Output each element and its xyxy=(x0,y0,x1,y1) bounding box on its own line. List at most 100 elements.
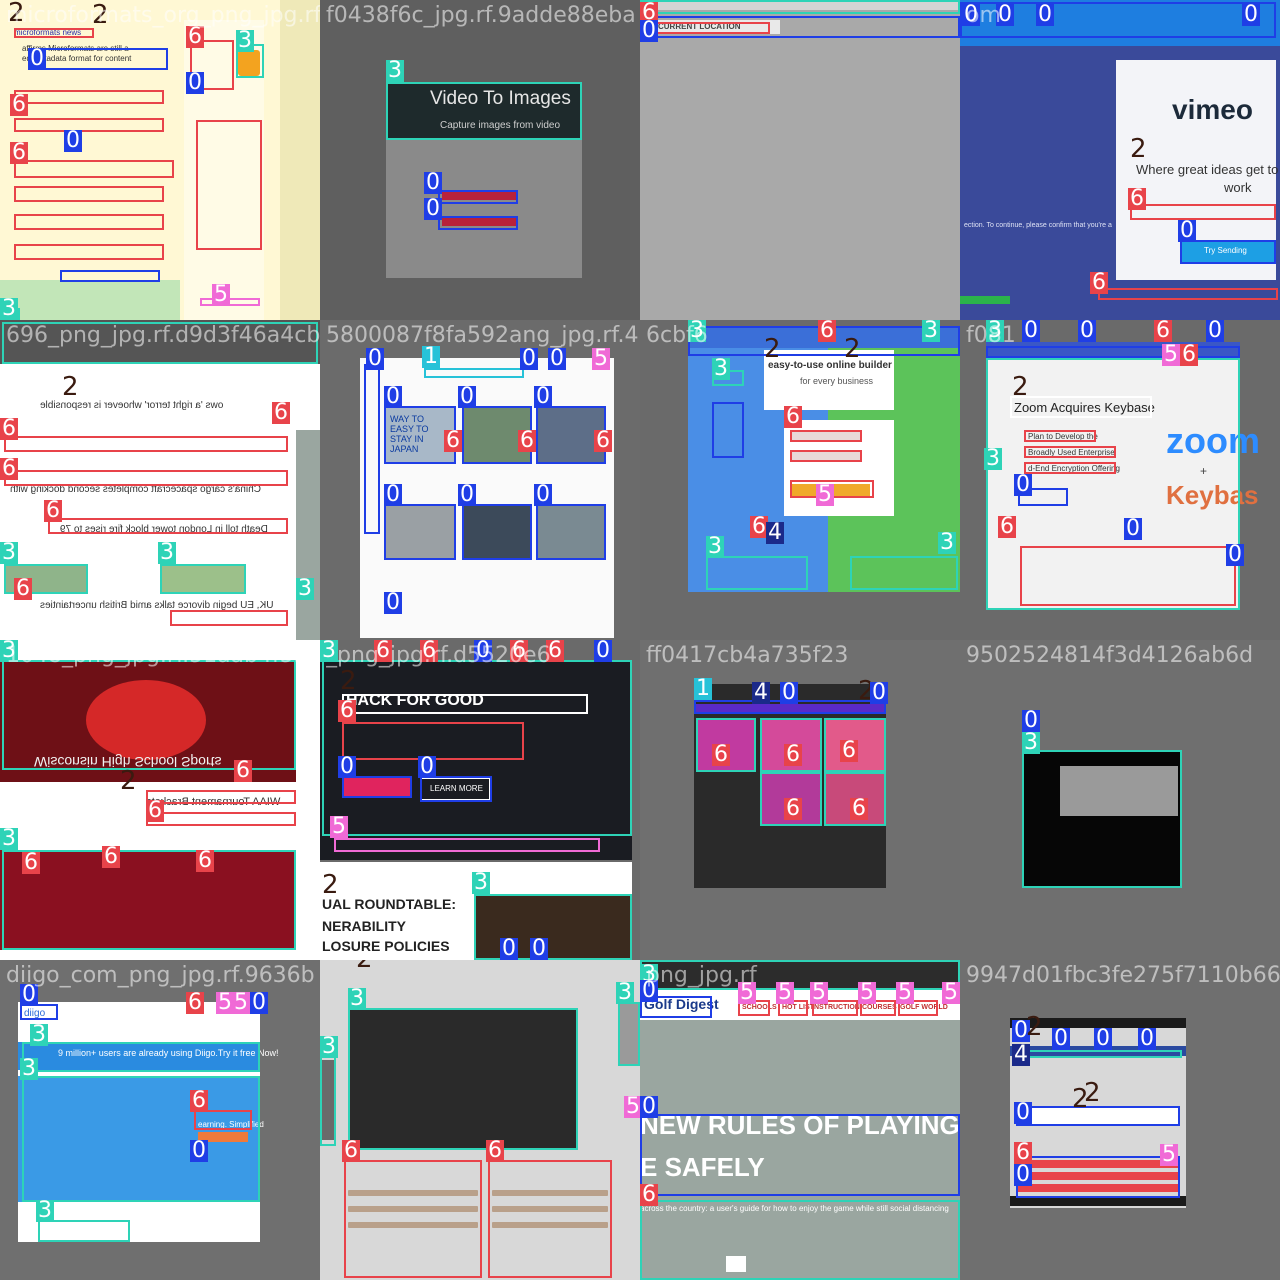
article-image-4[interactable] xyxy=(464,506,530,558)
tile-canvas: HACK FOR GOOD LEARN MORE UAL ROUNDTABLE:… xyxy=(320,640,640,960)
speaker-photo[interactable] xyxy=(474,894,632,960)
label-3: 3 xyxy=(938,530,956,555)
tile-canvas: ows 'a right terror' whoever is responsi… xyxy=(0,320,320,640)
start-button[interactable] xyxy=(442,190,516,200)
mosaic-grid: microformats news affirms Microformats a… xyxy=(0,0,1280,1280)
band-photo[interactable] xyxy=(350,1010,576,1148)
try-sending-label: Try Sending xyxy=(1204,246,1247,255)
column-text-2 xyxy=(348,1206,478,1212)
label-6: 6 xyxy=(1180,342,1198,367)
label-2: 2 xyxy=(92,0,109,30)
road-image[interactable] xyxy=(1060,766,1178,816)
label-6: 6 xyxy=(444,428,462,453)
label-2: 2 xyxy=(764,334,781,364)
label-3: 3 xyxy=(386,58,404,83)
nav-schools[interactable]: SCHOOLS xyxy=(742,1004,777,1011)
label-3: 3 xyxy=(158,540,176,565)
list-row-1[interactable] xyxy=(1018,1160,1178,1168)
tile-golf-digest: Golf Digest SCHOOLS HOT LIST INSTRUCTION… xyxy=(640,960,960,1280)
label-0: 0 xyxy=(1206,320,1224,343)
label-0: 0 xyxy=(384,482,402,507)
label-0: 0 xyxy=(1078,320,1096,343)
label-6: 6 xyxy=(640,1182,658,1207)
label-3: 3 xyxy=(0,540,18,565)
label-0: 0 xyxy=(458,482,476,507)
settings-button[interactable] xyxy=(442,216,516,226)
label-5: 5 xyxy=(1160,1142,1178,1167)
label-0: 0 xyxy=(384,590,402,615)
label-3: 3 xyxy=(348,986,366,1011)
label-2: 2 xyxy=(62,372,79,402)
feature-caption: WAY TO EASY TO STAY IN JAPAN xyxy=(390,414,429,454)
nav-golf-world[interactable]: GOLF WORLD xyxy=(900,1004,948,1011)
label-0: 0 xyxy=(190,1138,208,1163)
brackets-link[interactable]: WIAA Tournament Brackets xyxy=(146,796,280,808)
tile-video-to-images: Video To Images Capture images from vide… xyxy=(320,0,640,320)
label-0: 0 xyxy=(20,982,38,1007)
column-text-6 xyxy=(492,1222,608,1228)
label-0: 0 xyxy=(1022,708,1040,733)
input-field[interactable] xyxy=(1018,1108,1178,1124)
label-0: 0 xyxy=(870,680,888,705)
label-1: 1 xyxy=(422,344,440,369)
label-6: 6 xyxy=(44,498,62,523)
tile-current-location: CURRENT LOCATION 6 0 xyxy=(640,0,960,320)
tile-road-photo: 9502524814f3d4126ab6d 0 3 xyxy=(960,640,1280,960)
label-6: 6 xyxy=(1014,1140,1032,1165)
label-0: 0 xyxy=(1094,1026,1112,1051)
label-5: 5 xyxy=(232,990,250,1015)
label-4: 4 xyxy=(1012,1042,1030,1067)
cta-button[interactable] xyxy=(342,778,410,798)
nav-instruction[interactable]: INSTRUCTION xyxy=(812,1004,860,1011)
form-field-2[interactable] xyxy=(790,452,860,462)
hero-photo xyxy=(320,660,632,860)
article-image-3[interactable] xyxy=(386,506,456,558)
list-row-2[interactable] xyxy=(1018,1172,1178,1180)
tile-hack-for-good: HACK FOR GOOD LEARN MORE UAL ROUNDTABLE:… xyxy=(320,640,640,960)
footer-strip xyxy=(0,280,180,320)
column-text-5 xyxy=(492,1206,608,1212)
play-icon[interactable] xyxy=(726,1256,746,1272)
nav-hot-list[interactable]: HOT LIST xyxy=(782,1004,814,1011)
right-image xyxy=(618,1004,640,1064)
wiaa-logo xyxy=(86,680,206,760)
label-0: 0 xyxy=(28,46,46,71)
list-row-3[interactable] xyxy=(1018,1184,1178,1192)
progress-strip xyxy=(960,296,1010,304)
label-3: 3 xyxy=(320,640,338,663)
label-3: 3 xyxy=(36,1198,54,1223)
label-6: 6 xyxy=(784,742,802,767)
tile-vimeo: vimeo Where great ideas get to work Try … xyxy=(960,0,1280,320)
zoom-logo: zoom xyxy=(1166,420,1260,461)
label-6: 6 xyxy=(420,640,438,663)
label-6: 6 xyxy=(1090,270,1108,295)
tile-canvas xyxy=(960,640,1280,960)
roundtable-line-2: NERABILITY xyxy=(322,918,406,934)
rss-icon[interactable] xyxy=(238,50,260,76)
label-5: 5 xyxy=(592,346,610,371)
label-6: 6 xyxy=(486,1138,504,1163)
promo-panel xyxy=(0,850,296,950)
label-0: 0 xyxy=(384,384,402,409)
nav-courses[interactable]: COURSES xyxy=(862,1004,897,1011)
tile-canvas: Zoom Acquires Keybase Plan to Develop th… xyxy=(960,320,1280,640)
label-0: 0 xyxy=(534,384,552,409)
label-2: 2 xyxy=(1130,134,1147,164)
thumbnail-2[interactable] xyxy=(162,566,246,594)
label-0: 0 xyxy=(996,2,1014,27)
bullet-2: Broadly Used Enterprise xyxy=(1028,448,1115,457)
tile-diigo: diigo 9 million+ users are already using… xyxy=(0,960,320,1280)
label-0: 0 xyxy=(1022,320,1040,343)
subheadline-text: for every business xyxy=(800,376,874,386)
label-5: 5 xyxy=(816,482,834,507)
label-5: 5 xyxy=(942,980,960,1005)
label-6: 6 xyxy=(10,92,28,117)
diigo-logo[interactable]: diigo xyxy=(24,1008,45,1019)
label-6: 6 xyxy=(186,24,204,49)
form-field-1[interactable] xyxy=(790,432,860,442)
label-4: 4 xyxy=(766,520,784,545)
article-image-5[interactable] xyxy=(538,506,604,558)
label-3: 3 xyxy=(712,356,730,381)
tagline-line-2: work xyxy=(1224,180,1252,195)
label-6: 6 xyxy=(338,698,356,723)
